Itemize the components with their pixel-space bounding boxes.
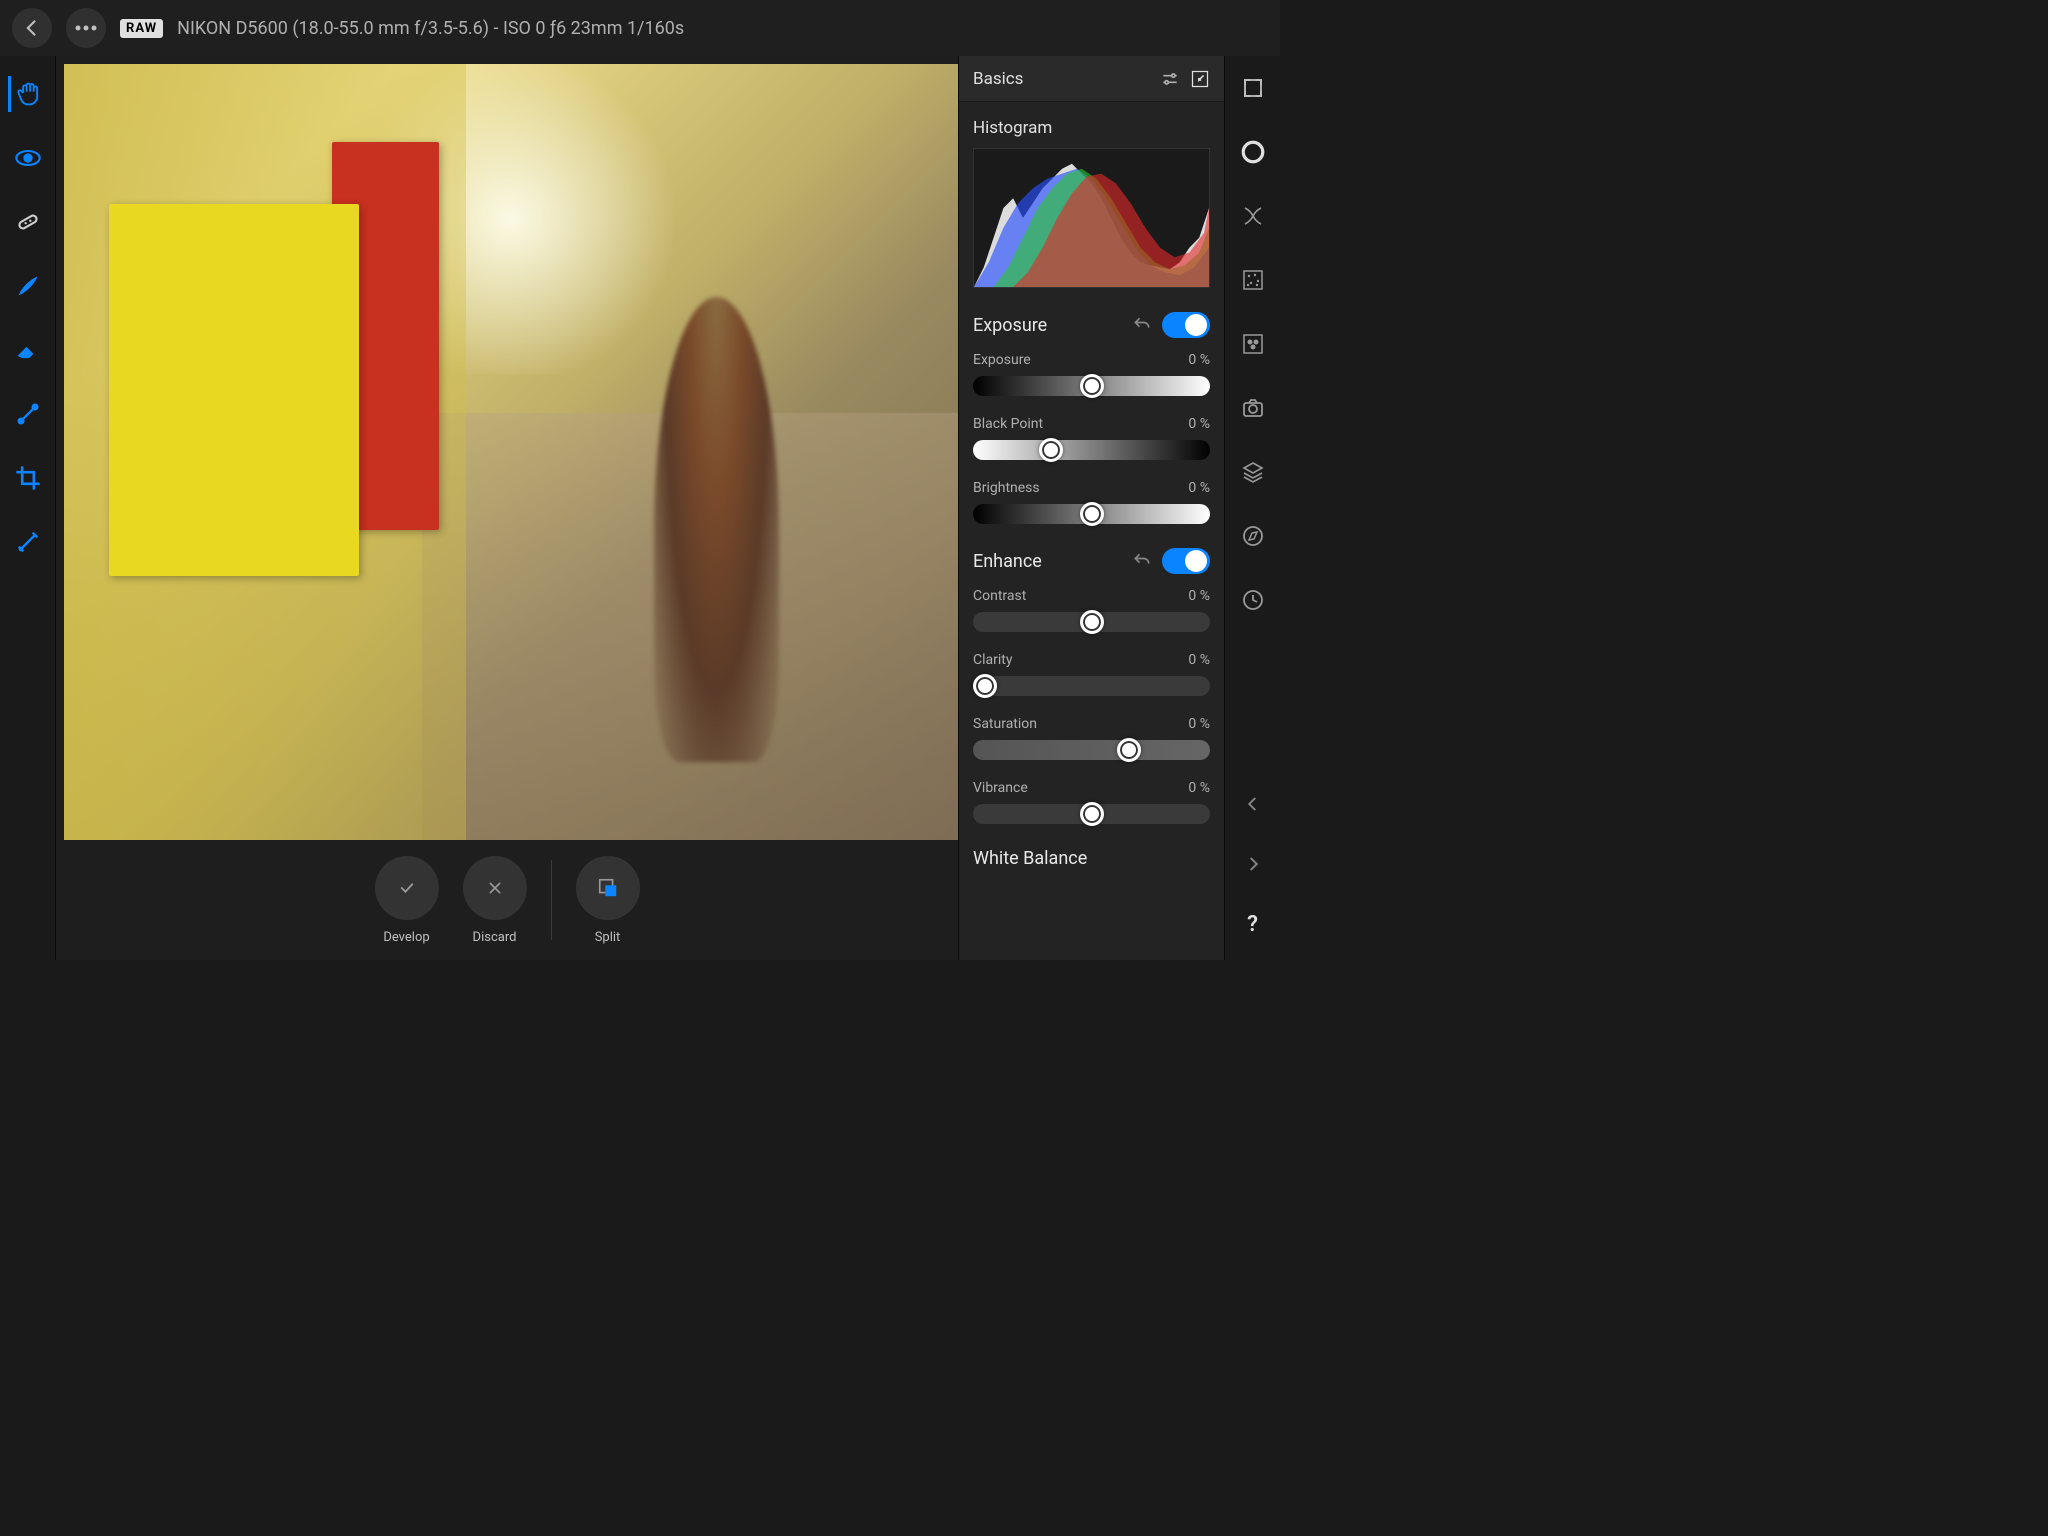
left-toolbar: [0, 56, 56, 960]
discard-button[interactable]: Discard: [463, 856, 527, 945]
compass-icon: [1241, 524, 1265, 548]
overlay-gradient-tool[interactable]: [10, 396, 46, 432]
question-icon: ?: [1247, 912, 1258, 937]
snapshot-button[interactable]: [1235, 390, 1271, 426]
ring-icon: [1240, 139, 1266, 165]
develop-label: Develop: [383, 930, 429, 945]
split-button[interactable]: Split: [576, 856, 640, 945]
noise-button[interactable]: [1235, 262, 1271, 298]
more-button[interactable]: [66, 8, 106, 48]
chevron-right-icon: [1244, 855, 1262, 873]
enhance-section: Enhance Contrast0 % Clarity0 % Saturatio…: [973, 548, 1210, 824]
bottom-actions: Develop Discard Split: [56, 840, 958, 960]
blackpoint-slider[interactable]: Black Point0 %: [973, 416, 1210, 460]
canvas-image[interactable]: [64, 64, 958, 840]
panel-title: Basics: [973, 69, 1160, 89]
topbar: RAW NIKON D5600 (18.0-55.0 mm f/3.5-5.6)…: [0, 0, 1280, 56]
reset-icon[interactable]: [1132, 551, 1152, 571]
eye-icon: [14, 144, 42, 172]
action-divider: [551, 860, 552, 940]
eraser-icon: [14, 336, 42, 364]
exposure-toggle[interactable]: [1162, 312, 1210, 338]
panel-header: Basics: [959, 56, 1224, 102]
gradient-icon: [14, 400, 42, 428]
brightness-slider[interactable]: Brightness0 %: [973, 480, 1210, 524]
compass-button[interactable]: [1235, 518, 1271, 554]
overlay-erase-tool[interactable]: [10, 332, 46, 368]
far-right-toolbar: ?: [1224, 56, 1280, 960]
blemish-tool[interactable]: [10, 204, 46, 240]
dots-icon: [75, 25, 97, 31]
split-icon: [597, 877, 619, 899]
history-button[interactable]: [1235, 582, 1271, 618]
brush-icon: [14, 272, 42, 300]
x-icon: [487, 880, 503, 896]
camera-info: NIKON D5600 (18.0-55.0 mm f/3.5-5.6) - I…: [177, 18, 684, 39]
crop-tool[interactable]: [10, 460, 46, 496]
pin-icon[interactable]: [1190, 69, 1210, 89]
channels-button[interactable]: [1235, 326, 1271, 362]
white-balance-tool[interactable]: [10, 524, 46, 560]
bandage-icon: [14, 208, 42, 236]
fullscreen-button[interactable]: [1235, 70, 1271, 106]
clarity-slider[interactable]: Clarity0 %: [973, 652, 1210, 696]
check-icon: [398, 879, 416, 897]
arrow-left-icon: [22, 18, 42, 38]
next-button[interactable]: [1235, 846, 1271, 882]
vibrance-slider[interactable]: Vibrance0 %: [973, 780, 1210, 824]
clock-icon: [1241, 588, 1265, 612]
crop-icon: [14, 464, 42, 492]
discard-label: Discard: [473, 930, 517, 945]
canvas-area: Develop Discard Split: [56, 56, 958, 960]
layers-icon: [1241, 460, 1265, 484]
right-panel: Basics Histogram Exposure: [958, 56, 1224, 960]
reset-icon[interactable]: [1132, 315, 1152, 335]
camera-icon: [1241, 396, 1265, 420]
prev-button[interactable]: [1235, 786, 1271, 822]
histogram-label: Histogram: [973, 118, 1210, 138]
exposure-slider[interactable]: Exposure0 %: [973, 352, 1210, 396]
exposure-title: Exposure: [973, 315, 1122, 336]
chevron-left-icon: [1244, 795, 1262, 813]
develop-button[interactable]: Develop: [375, 856, 439, 945]
back-button[interactable]: [12, 8, 52, 48]
hand-icon: [15, 80, 43, 108]
histogram[interactable]: [973, 148, 1210, 288]
enhance-toggle[interactable]: [1162, 548, 1210, 574]
sliders-icon[interactable]: [1160, 69, 1180, 89]
wb-picker-icon: [14, 528, 42, 556]
contrast-slider[interactable]: Contrast0 %: [973, 588, 1210, 632]
wb-title: White Balance: [973, 848, 1210, 869]
enhance-title: Enhance: [973, 551, 1122, 572]
overlay-paint-tool[interactable]: [10, 268, 46, 304]
layers-button[interactable]: [1235, 454, 1271, 490]
help-button[interactable]: ?: [1235, 906, 1271, 942]
hand-tool[interactable]: [8, 76, 44, 112]
white-balance-section: White Balance: [973, 848, 1210, 869]
saturation-slider[interactable]: Saturation0 %: [973, 716, 1210, 760]
lens-button[interactable]: [1235, 198, 1271, 234]
noise-icon: [1241, 268, 1265, 292]
raw-badge: RAW: [120, 19, 163, 38]
channels-icon: [1241, 332, 1265, 356]
split-label: Split: [595, 930, 621, 945]
fullscreen-icon: [1241, 76, 1265, 100]
red-eye-tool[interactable]: [10, 140, 46, 176]
exposure-section: Exposure Exposure0 % Black Point0 % Brig…: [973, 312, 1210, 524]
pinch-icon: [1241, 204, 1265, 228]
adjustments-button[interactable]: [1235, 134, 1271, 170]
